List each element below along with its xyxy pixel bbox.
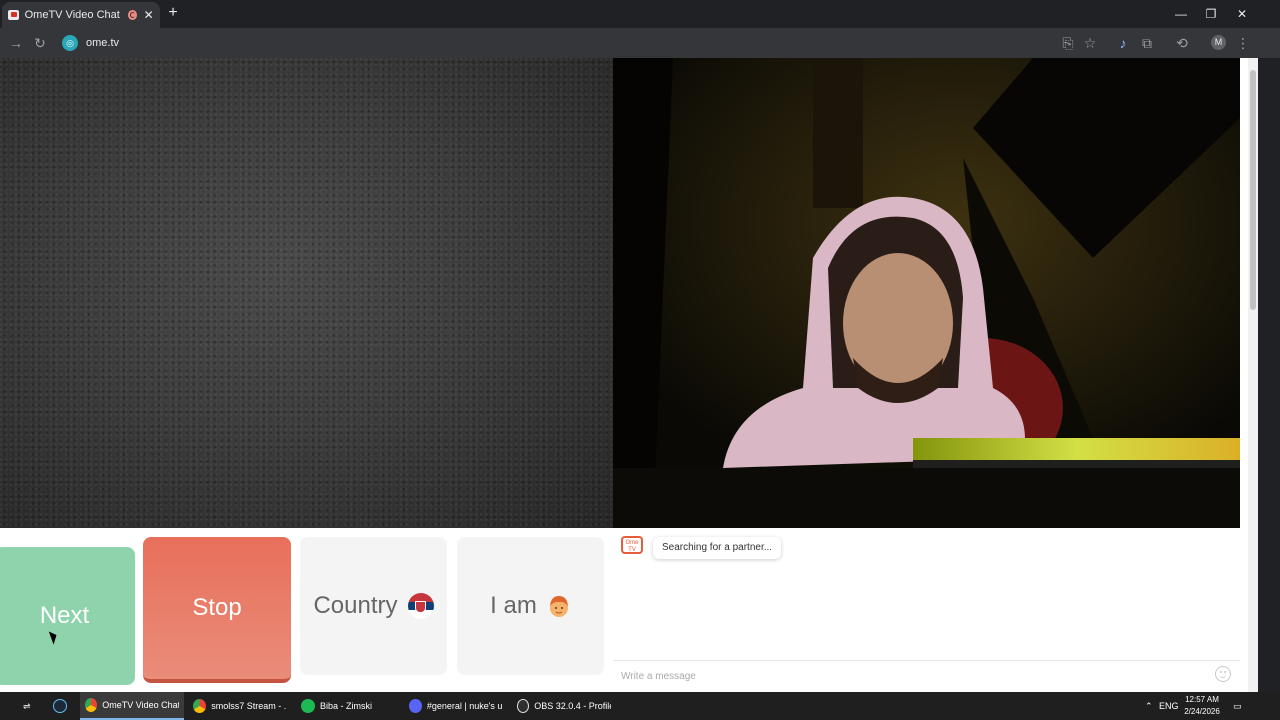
tab-title: OmeTV Video Chat — Ome [24,9,122,21]
chat-input-area [613,660,1240,692]
discord-icon [409,699,422,713]
steam-icon[interactable] [48,692,72,720]
taskbar-item-spotify[interactable]: Biba - Zimski [296,692,400,720]
notification-icon[interactable]: ▭ [1228,692,1247,720]
restore-button[interactable]: ❐ [1196,0,1226,28]
chrome-icon [85,698,98,712]
stop-button[interactable]: Stop [143,537,291,683]
self-webcam-video [613,58,1240,528]
obs-icon [517,699,530,713]
extensions-icon[interactable]: ⧉ [1137,33,1157,53]
windows-taskbar: ⇌ OmeTV Video Chat ... smolss7 Stream - … [0,692,1280,720]
stop-label: Stop [192,594,242,621]
tab-ometv[interactable]: OmeTV Video Chat — Ome ✕ [2,2,160,28]
chat-controls: Next Stop Country I am [0,528,613,692]
new-tab-button[interactable]: + [164,4,182,22]
boy-emoji-icon [549,596,568,617]
forward-arrow-icon[interactable]: → [6,33,26,53]
emoji-smile-icon[interactable] [1215,666,1231,682]
iam-label: I am [490,592,537,619]
taskbar-item-obs[interactable]: OBS 32.0.4 - Profile:... [512,692,616,720]
taskbar-clock[interactable]: 12:57 AM 2/24/2026 [1180,694,1224,718]
gender-button[interactable]: I am [457,537,604,675]
chrome-icon [193,699,207,713]
task-view-icon[interactable]: ⇌ [18,692,36,720]
scrollbar-thumb[interactable] [1250,70,1256,310]
page-scrollbar[interactable] [1248,58,1258,692]
partner-video-static [0,58,613,528]
menu-kebab-icon[interactable]: ⋮ [1233,33,1253,53]
country-button[interactable]: Country [300,537,447,675]
country-label: Country [313,592,398,619]
close-window-button[interactable]: ✕ [1227,0,1257,28]
tab-close-button[interactable]: ✕ [143,8,154,22]
ometv-page: Next Stop Country I am Ome TV Searching … [0,58,1248,692]
clock-time: 12:57 AM [1185,695,1219,704]
taskbar-item-discord[interactable]: #general | nuke's u... [404,692,508,720]
address-bar[interactable]: ◎ ome.tv [56,31,1106,55]
taskbar-label: OBS 32.0.4 - Profile:... [534,701,611,711]
history-icon[interactable]: ⟲ [1172,33,1192,53]
taskbar-label: OmeTV Video Chat ... [102,700,179,710]
reload-icon[interactable]: ↻ [30,33,50,53]
browser-toolbar: → ↻ ◎ ome.tv ⎘ ☆ ♪ ⧉ ⟲ M ⋮ [0,28,1280,58]
message-input[interactable] [619,665,1199,687]
clock-date: 2/24/2026 [1184,707,1220,716]
taskbar-item-ometv[interactable]: OmeTV Video Chat ... [80,692,184,720]
site-info-icon[interactable]: ◎ [62,35,78,51]
serbia-flag-icon [407,593,434,619]
minimize-button[interactable]: — [1166,0,1196,28]
ometv-logo-icon: Ome TV [621,536,643,554]
profile-avatar[interactable]: M [1211,35,1226,50]
next-label: Next [39,602,90,629]
bookmark-star-icon[interactable]: ☆ [1080,33,1100,53]
taskbar-label: Biba - Zimski [320,701,373,711]
install-app-icon[interactable]: ⎘ [1058,33,1078,53]
webcam-scene [613,58,1240,528]
taskbar-item-stream[interactable]: smolss7 Stream - ... [188,692,292,720]
recording-icon [128,10,138,20]
url-text: ome.tv [86,37,120,49]
taskbar-label: #general | nuke's u... [426,701,503,711]
spotify-icon [301,699,315,713]
taskbar-label: smolss7 Stream - ... [211,701,287,711]
browser-tab-strip: OmeTV Video Chat — Ome ✕ + — ❐ ✕ [0,0,1280,28]
ometv-favicon-icon [8,10,19,20]
status-message: Searching for a partner... [653,537,782,559]
next-button[interactable]: Next [0,547,135,685]
chat-panel: Ome TV Searching for a partner... [613,528,1240,692]
media-control-icon[interactable]: ♪ [1113,33,1133,53]
